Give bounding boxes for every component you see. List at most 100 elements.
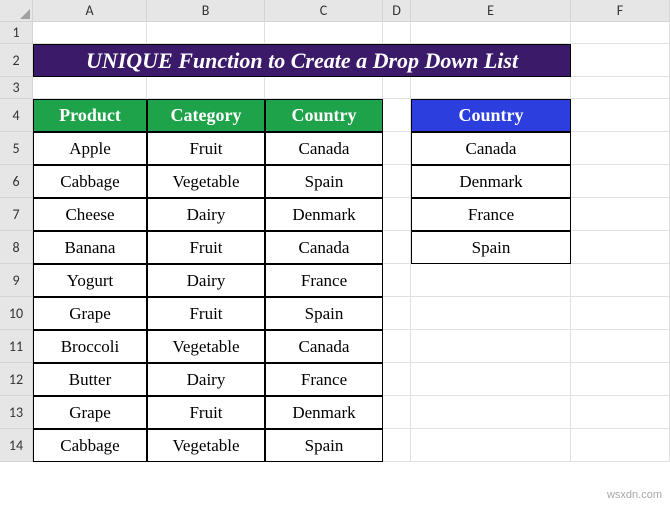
row-header[interactable]: 2 (0, 44, 33, 77)
cell[interactable] (33, 22, 147, 44)
cell[interactable] (571, 297, 670, 330)
cell[interactable] (571, 22, 670, 44)
cell[interactable] (383, 132, 411, 165)
row-header[interactable]: 7 (0, 198, 33, 231)
cell[interactable] (383, 165, 411, 198)
table-cell[interactable]: Dairy (147, 363, 265, 396)
unique-table-cell[interactable]: France (411, 198, 571, 231)
table-cell[interactable]: Fruit (147, 396, 265, 429)
cell[interactable] (571, 77, 670, 99)
cell[interactable] (571, 44, 670, 77)
unique-table-cell[interactable]: Spain (411, 231, 571, 264)
row-header[interactable]: 5 (0, 132, 33, 165)
cell[interactable] (383, 330, 411, 363)
cell[interactable] (411, 264, 571, 297)
row-header[interactable]: 11 (0, 330, 33, 363)
column-header[interactable]: D (383, 0, 411, 22)
row-header[interactable]: 13 (0, 396, 33, 429)
table-cell[interactable]: Cheese (33, 198, 147, 231)
table-cell[interactable]: Cabbage (33, 165, 147, 198)
table-cell[interactable]: Canada (265, 132, 383, 165)
cell[interactable] (571, 396, 670, 429)
table-cell[interactable]: Fruit (147, 231, 265, 264)
cell[interactable] (383, 396, 411, 429)
column-header[interactable]: A (33, 0, 147, 22)
table-cell[interactable]: Yogurt (33, 264, 147, 297)
table-header[interactable]: Category (147, 99, 265, 132)
select-all-corner[interactable] (0, 0, 33, 22)
table-cell[interactable]: France (265, 363, 383, 396)
row-header[interactable]: 4 (0, 99, 33, 132)
table-cell[interactable]: Banana (33, 231, 147, 264)
table-cell[interactable]: Grape (33, 297, 147, 330)
table-cell[interactable]: Spain (265, 297, 383, 330)
cell[interactable] (411, 297, 571, 330)
cell[interactable] (571, 99, 670, 132)
cell[interactable] (571, 363, 670, 396)
cell[interactable] (411, 429, 571, 462)
cell[interactable] (383, 231, 411, 264)
table-header[interactable]: Country (265, 99, 383, 132)
table-cell[interactable]: Apple (33, 132, 147, 165)
cell[interactable] (265, 77, 383, 99)
cell[interactable] (383, 297, 411, 330)
cell[interactable] (33, 77, 147, 99)
cell[interactable] (265, 22, 383, 44)
table-cell[interactable]: Fruit (147, 132, 265, 165)
cell[interactable] (411, 396, 571, 429)
table-cell[interactable]: Vegetable (147, 165, 265, 198)
cell[interactable] (571, 330, 670, 363)
table-cell[interactable]: Cabbage (33, 429, 147, 462)
table-cell[interactable]: Spain (265, 165, 383, 198)
row-header[interactable]: 8 (0, 231, 33, 264)
column-header[interactable]: B (147, 0, 265, 22)
table-cell[interactable]: Fruit (147, 297, 265, 330)
table-cell[interactable]: Dairy (147, 198, 265, 231)
row-header[interactable]: 6 (0, 165, 33, 198)
cell[interactable] (571, 198, 670, 231)
cell[interactable] (383, 264, 411, 297)
unique-table-cell[interactable]: Denmark (411, 165, 571, 198)
row-header[interactable]: 1 (0, 22, 33, 44)
cell[interactable] (571, 429, 670, 462)
table-cell[interactable]: France (265, 264, 383, 297)
cell[interactable] (383, 77, 411, 99)
cell[interactable] (571, 165, 670, 198)
row-header[interactable]: 14 (0, 429, 33, 462)
cell[interactable] (411, 22, 571, 44)
cell[interactable] (147, 77, 265, 99)
row-header[interactable]: 12 (0, 363, 33, 396)
cell[interactable] (411, 77, 571, 99)
table-cell[interactable]: Butter (33, 363, 147, 396)
cell[interactable] (147, 22, 265, 44)
table-cell[interactable]: Grape (33, 396, 147, 429)
row-header[interactable]: 10 (0, 297, 33, 330)
cell[interactable] (383, 429, 411, 462)
cell[interactable] (411, 363, 571, 396)
cell[interactable] (383, 198, 411, 231)
table-header[interactable]: Product (33, 99, 147, 132)
table-cell[interactable]: Denmark (265, 396, 383, 429)
column-header[interactable]: E (411, 0, 571, 22)
cell[interactable] (383, 363, 411, 396)
row-header[interactable]: 3 (0, 77, 33, 99)
cell[interactable] (571, 132, 670, 165)
column-header[interactable]: F (571, 0, 670, 22)
table-cell[interactable]: Vegetable (147, 330, 265, 363)
cell[interactable] (383, 22, 411, 44)
table-cell[interactable]: Broccoli (33, 330, 147, 363)
table-cell[interactable]: Canada (265, 330, 383, 363)
row-header[interactable]: 9 (0, 264, 33, 297)
table-cell[interactable]: Canada (265, 231, 383, 264)
table-cell[interactable]: Denmark (265, 198, 383, 231)
cell[interactable] (383, 99, 411, 132)
cell[interactable] (571, 231, 670, 264)
unique-table-header[interactable]: Country (411, 99, 571, 132)
column-header[interactable]: C (265, 0, 383, 22)
cell[interactable] (411, 330, 571, 363)
cell[interactable] (571, 264, 670, 297)
table-cell[interactable]: Dairy (147, 264, 265, 297)
table-cell[interactable]: Spain (265, 429, 383, 462)
table-cell[interactable]: Vegetable (147, 429, 265, 462)
unique-table-cell[interactable]: Canada (411, 132, 571, 165)
